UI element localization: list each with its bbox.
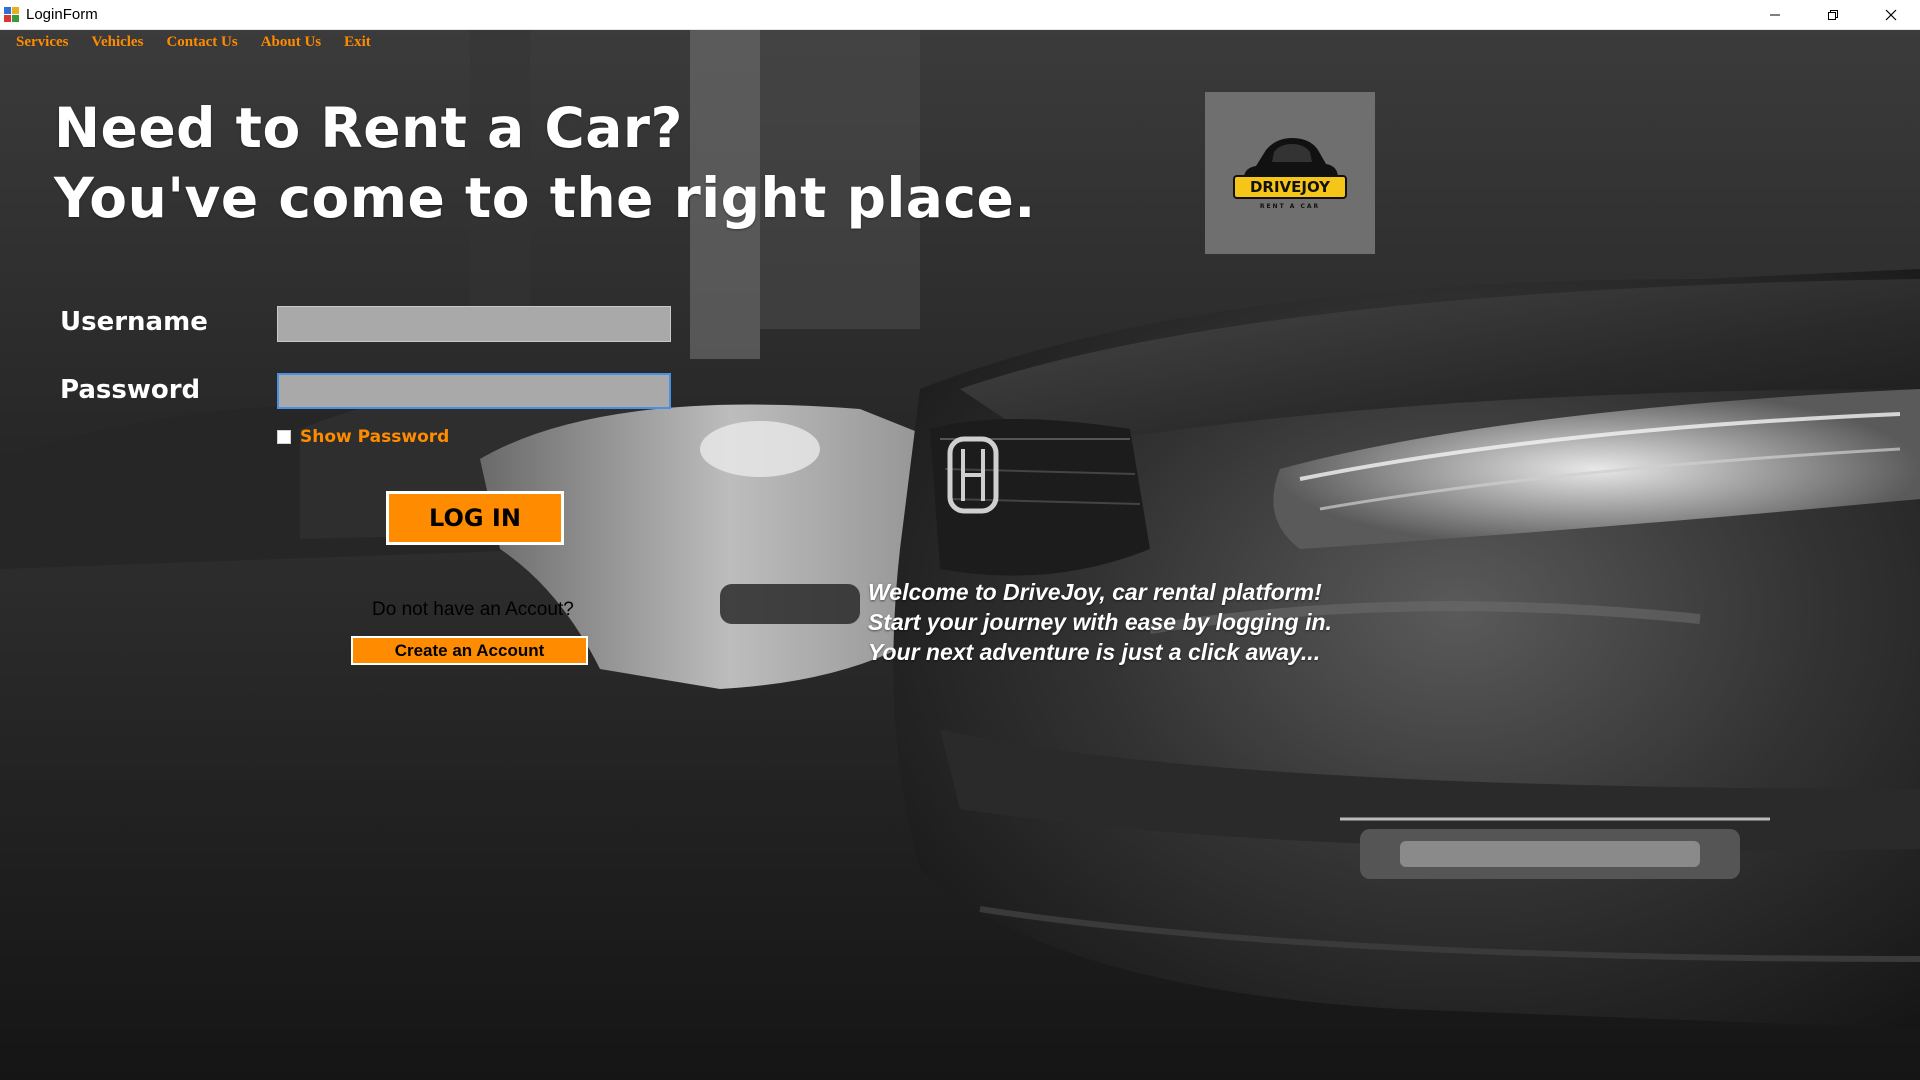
window-title: LoginForm <box>26 6 98 23</box>
minimize-icon <box>1770 14 1780 15</box>
restore-icon <box>1828 9 1838 20</box>
title-bar: LoginForm <box>0 0 1920 30</box>
close-button[interactable] <box>1862 0 1920 29</box>
minimize-button[interactable] <box>1746 0 1804 29</box>
welcome-line-2: Start your journey with ease by logging … <box>868 609 1332 635</box>
close-icon <box>1885 9 1897 20</box>
password-input[interactable] <box>277 373 671 409</box>
no-account-text: Do not have an Accout? <box>372 599 574 620</box>
restore-button[interactable] <box>1804 0 1862 29</box>
menu-contact-us[interactable]: Contact Us <box>158 34 245 51</box>
login-window: LoginForm Services Vehicles Contact Us A… <box>0 0 1920 1080</box>
page-headline: Need to Rent a Car? You've come to the r… <box>54 93 1036 233</box>
menu-bar: Services Vehicles Contact Us About Us Ex… <box>8 34 386 51</box>
menu-services[interactable]: Services <box>8 34 76 51</box>
headline-line-2: You've come to the right place. <box>54 166 1036 230</box>
welcome-message: Welcome to DriveJoy, car rental platform… <box>868 577 1332 667</box>
headline-line-1: Need to Rent a Car? <box>54 96 683 160</box>
create-account-button[interactable]: Create an Account <box>351 636 588 665</box>
welcome-line-3: Your next adventure is just a click away… <box>868 639 1321 665</box>
app-icon <box>4 6 20 23</box>
window-controls <box>1746 0 1920 29</box>
logo-tagline-text: RENT A CAR <box>1260 203 1320 210</box>
menu-exit[interactable]: Exit <box>336 34 379 51</box>
show-password-checkbox[interactable] <box>277 430 291 444</box>
drivejoy-logo: DRIVEJOY RENT A CAR <box>1205 92 1375 254</box>
show-password-label[interactable]: Show Password <box>300 427 449 447</box>
menu-vehicles[interactable]: Vehicles <box>83 34 151 51</box>
welcome-line-1: Welcome to DriveJoy, car rental platform… <box>868 579 1322 605</box>
show-password-toggle[interactable]: Show Password <box>277 427 449 447</box>
login-button[interactable]: LOG IN <box>386 491 564 545</box>
username-input[interactable] <box>277 306 671 342</box>
password-label: Password <box>60 375 201 405</box>
logo-brand-text: DRIVEJOY <box>1250 178 1331 196</box>
menu-about-us[interactable]: About Us <box>253 34 329 51</box>
username-label: Username <box>60 307 208 337</box>
background-scene: Services Vehicles Contact Us About Us Ex… <box>0 29 1920 1080</box>
car-logo-icon: DRIVEJOY RENT A CAR <box>1233 138 1347 210</box>
